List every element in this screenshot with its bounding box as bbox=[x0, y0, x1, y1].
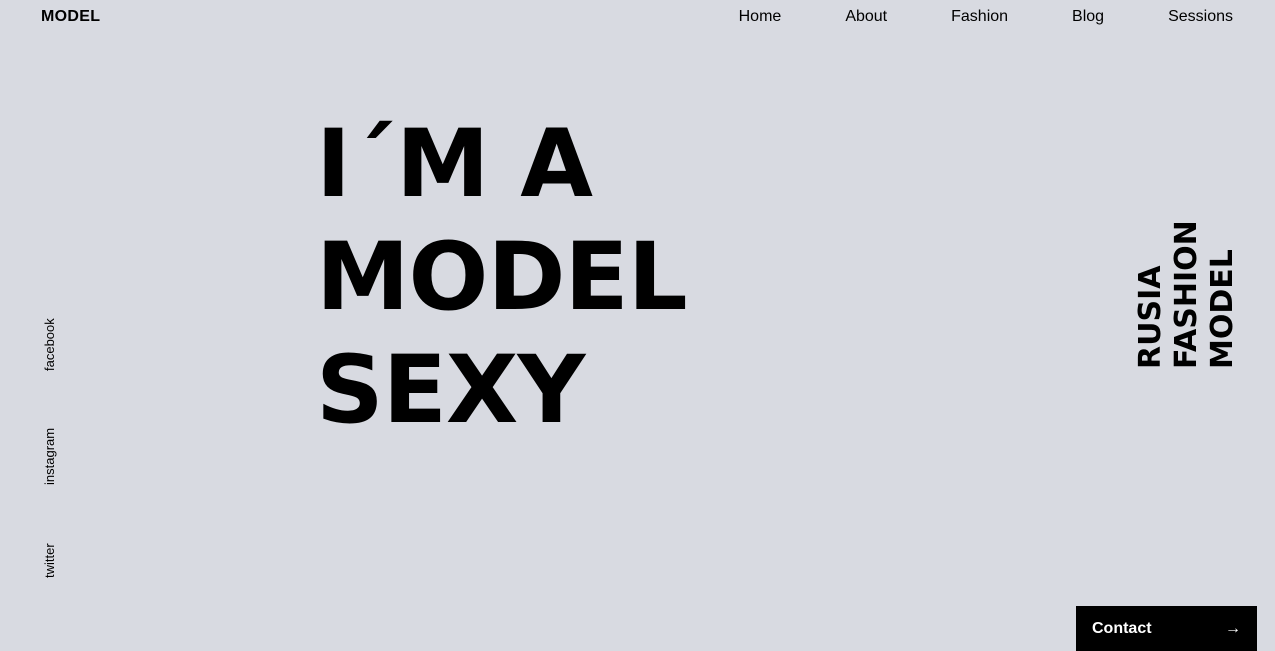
contact-label: Contact bbox=[1092, 619, 1152, 637]
hero-heading: I´M A MODEL SEXY bbox=[316, 108, 688, 447]
hero-line-1: I´M A bbox=[316, 110, 593, 219]
hero-line-2: MODEL bbox=[316, 223, 688, 332]
contact-button[interactable]: Contact → bbox=[1076, 606, 1257, 651]
social-facebook-link[interactable]: facebook bbox=[42, 318, 58, 371]
hero-line-3: SEXY bbox=[316, 336, 585, 445]
nav-blog[interactable]: Blog bbox=[1072, 8, 1104, 26]
tagline-line-1: RUSIA bbox=[1133, 265, 1168, 369]
nav-about[interactable]: About bbox=[845, 8, 887, 26]
social-links: facebook instagram twitter bbox=[42, 0, 62, 651]
nav-home[interactable]: Home bbox=[739, 8, 782, 26]
tagline-line-2: FASHION bbox=[1169, 220, 1204, 369]
page: MODEL Home About Fashion Blog Sessions I… bbox=[0, 0, 1275, 651]
vertical-tagline: RUSIA FASHION MODEL bbox=[1133, 220, 1241, 369]
social-twitter-link[interactable]: twitter bbox=[42, 543, 58, 578]
social-instagram-link[interactable]: instagram bbox=[42, 428, 58, 485]
tagline-line-3: MODEL bbox=[1205, 249, 1240, 369]
arrow-right-icon: → bbox=[1225, 619, 1241, 637]
nav-sessions[interactable]: Sessions bbox=[1168, 8, 1233, 26]
nav-fashion[interactable]: Fashion bbox=[951, 8, 1008, 26]
main-nav: Home About Fashion Blog Sessions bbox=[739, 8, 1233, 26]
